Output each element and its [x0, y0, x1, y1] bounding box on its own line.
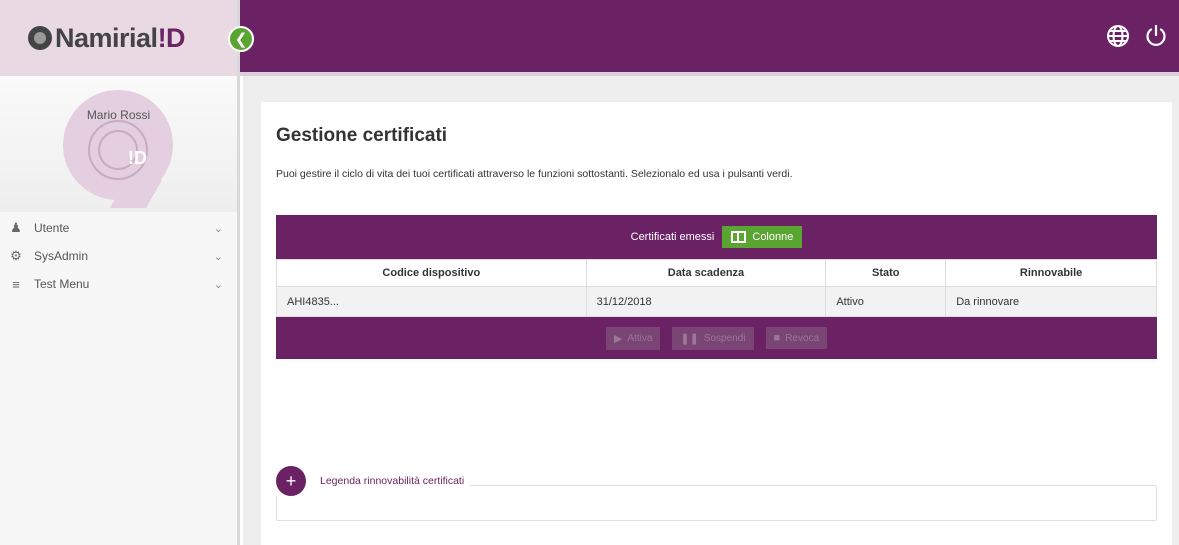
column-header[interactable]: Codice dispositivo [276, 259, 587, 287]
legend-header: + Legenda rinnovabilità certificati [276, 466, 471, 496]
chevron-left-icon: ❮ [234, 31, 248, 48]
suspend-button-label: Sospendi [703, 332, 746, 344]
table-cell: 31/12/2018 [585, 286, 827, 317]
column-header[interactable]: Stato [825, 259, 947, 287]
chevron-down-icon: ⌄ [213, 222, 223, 235]
table-header-row: Codice dispositivo Data scadenza Stato R… [276, 259, 1157, 287]
page-title: Gestione certificati [276, 125, 448, 146]
stop-icon: ■ [773, 332, 781, 344]
logo-name: Namirial [55, 22, 158, 53]
sidebar-item-test-menu[interactable]: ≡ Test Menu ⌄ [0, 270, 237, 298]
main-content: Gestione certificati Puoi gestire il cic… [243, 76, 1179, 545]
logo: Namirial !D [28, 22, 186, 54]
play-icon: ▶ [613, 332, 623, 345]
table-cell: Attivo [825, 286, 947, 317]
chevron-down-icon: ⌄ [213, 278, 223, 291]
sidebar-menu: ♟ Utente ⌄ ⚙ SysAdmin ⌄ ≡ Test Menu ⌄ [0, 212, 237, 298]
globe-icon[interactable] [1106, 24, 1130, 53]
chevron-down-icon: ⌄ [213, 250, 223, 263]
certificates-grid: Codice dispositivo Data scadenza Stato R… [276, 259, 1157, 317]
sidebar-item-utente[interactable]: ♟ Utente ⌄ [0, 214, 237, 242]
collapse-sidebar-button[interactable]: ❮ [228, 26, 254, 52]
list-icon: ≡ [12, 276, 20, 292]
table-cell: Da rinnovare [945, 286, 1157, 317]
user-icon: ♟ [10, 220, 22, 235]
revoke-button[interactable]: ■ Revoca [765, 327, 828, 349]
certificates-table: Certificati emessi Colonne Codice dispos… [276, 215, 1157, 359]
logo-suffix: !D [157, 22, 186, 53]
activate-button[interactable]: ▶ Attiva [605, 326, 661, 350]
logo-mark-icon [28, 26, 52, 50]
suspend-button[interactable]: ❚❚ Sospendi [672, 326, 754, 350]
table-row[interactable]: AHI4835... 31/12/2018 Attivo Da rinnovar… [276, 286, 1157, 317]
table-toolbar: Certificati emessi Colonne [276, 215, 1157, 259]
gears-icon: ⚙ [10, 248, 22, 263]
app: Namirial !D Mario Rossi !D ♟ Utente ⌄ ⚙ S… [0, 0, 1179, 545]
user-profile: Mario Rossi !D [0, 76, 237, 212]
sidebar-item-label: Test Menu [34, 277, 90, 291]
sidebar-item-sysadmin[interactable]: ⚙ SysAdmin ⌄ [0, 242, 237, 270]
table-cell: AHI4835... [276, 286, 587, 317]
columns-button[interactable]: Colonne [722, 226, 803, 248]
pause-icon: ❚❚ [680, 332, 699, 345]
table-actions: ▶ Attiva ❚❚ Sospendi ■ Revoca [276, 317, 1157, 359]
revoke-button-label: Revoca [785, 332, 820, 344]
column-header[interactable]: Rinnovabile [945, 259, 1157, 287]
table-caption: Certificati emessi [630, 231, 715, 243]
plus-icon: + [285, 470, 297, 491]
top-header [240, 0, 1179, 76]
avatar-mark: !D [128, 148, 147, 168]
columns-button-label: Colonne [752, 231, 794, 243]
sidebar: Namirial !D Mario Rossi !D ♟ Utente ⌄ ⚙ S… [0, 0, 240, 545]
legend-label: Legenda rinnovabilità certificati [320, 475, 465, 487]
columns-icon [731, 231, 747, 243]
expand-legend-button[interactable]: + [276, 466, 306, 496]
sidebar-item-label: SysAdmin [34, 249, 89, 263]
page-subtitle: Puoi gestire il ciclo di vita dei tuoi c… [276, 168, 793, 180]
user-name: Mario Rossi [86, 108, 151, 122]
certificates-card: Gestione certificati Puoi gestire il cic… [261, 102, 1172, 545]
activate-button-label: Attiva [627, 332, 653, 344]
sidebar-item-label: Utente [34, 221, 70, 235]
column-header[interactable]: Data scadenza [585, 259, 827, 287]
power-icon[interactable] [1144, 24, 1168, 53]
logo-bar: Namirial !D [0, 0, 237, 76]
